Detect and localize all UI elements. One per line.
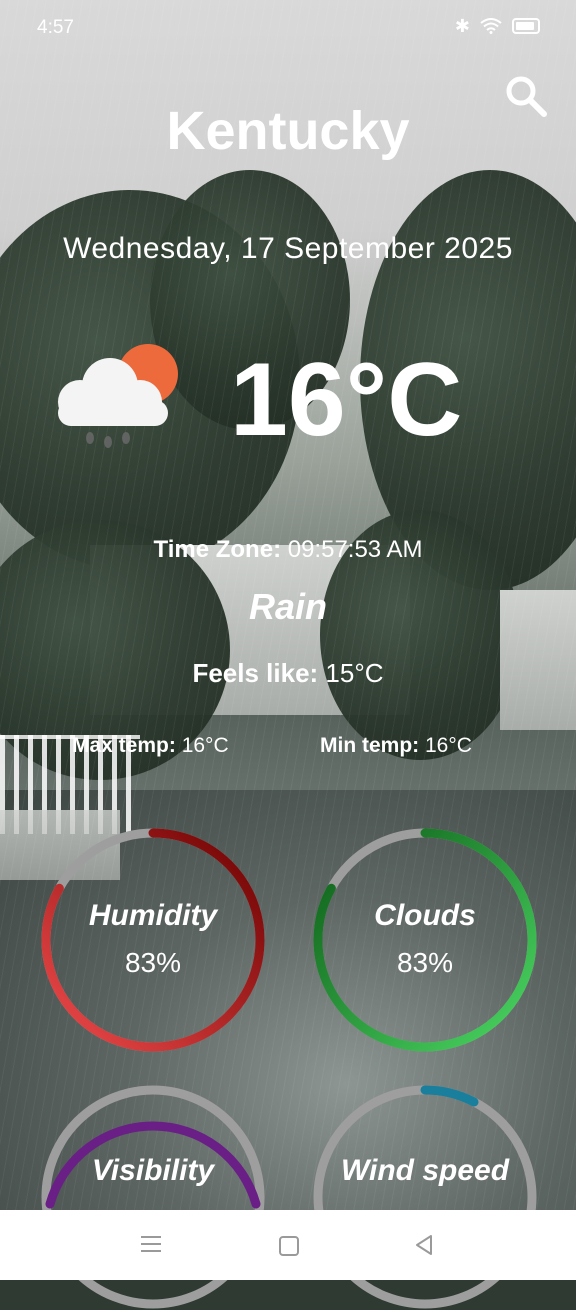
current-temperature: 16°C (230, 342, 463, 458)
clouds-label: Clouds (374, 899, 476, 932)
min-temp-value: 16°C (419, 734, 472, 757)
wifi-icon (480, 18, 502, 34)
wind-speed-progress (420, 1085, 479, 1107)
min-temp: Min temp: 16°C (320, 734, 472, 758)
time-zone: Time Zone: 09:57:53 AM (0, 536, 576, 564)
max-temp: Max temp: 16°C (72, 734, 229, 758)
time-zone-value: 09:57:53 AM (281, 536, 423, 563)
feels-like-value: 15°C (318, 658, 384, 688)
status-bar: 4:57 ✱ (0, 0, 576, 56)
bluetooth-icon: ✱ (454, 16, 470, 36)
visibility-label: Visibility (91, 1154, 215, 1187)
city-name: Kentucky (166, 101, 410, 161)
clouds-value: 83% (396, 947, 454, 978)
home-icon[interactable] (279, 1236, 299, 1256)
humidity-value: 83% (124, 947, 182, 978)
min-temp-label: Min temp: (320, 734, 420, 757)
back-icon[interactable] (414, 1234, 434, 1256)
max-temp-value: 16°C (175, 734, 229, 757)
wind-speed-label: Wind speed (340, 1154, 510, 1187)
menu-icon[interactable] (141, 1236, 161, 1252)
humidity-gauge: Humidity 83% (40, 827, 266, 1053)
feels-like-label: Feels like: (192, 658, 319, 688)
cloud-sun-rain-icon (50, 340, 180, 450)
battery-icon (512, 18, 540, 34)
weather-condition: Rain (248, 586, 327, 627)
feels-like: Feels like: 15°C (0, 658, 576, 689)
date-text: Wednesday, 17 September 2025 (63, 232, 513, 265)
status-icons: ✱ (455, 16, 540, 36)
clouds-gauge: Clouds 83% (312, 827, 538, 1053)
status-time: 4:57 (37, 17, 74, 38)
navigation-bar (0, 1210, 576, 1280)
humidity-label: Humidity (88, 899, 218, 932)
time-zone-label: Time Zone: (153, 536, 282, 563)
max-temp-label: Max temp: (72, 734, 176, 757)
